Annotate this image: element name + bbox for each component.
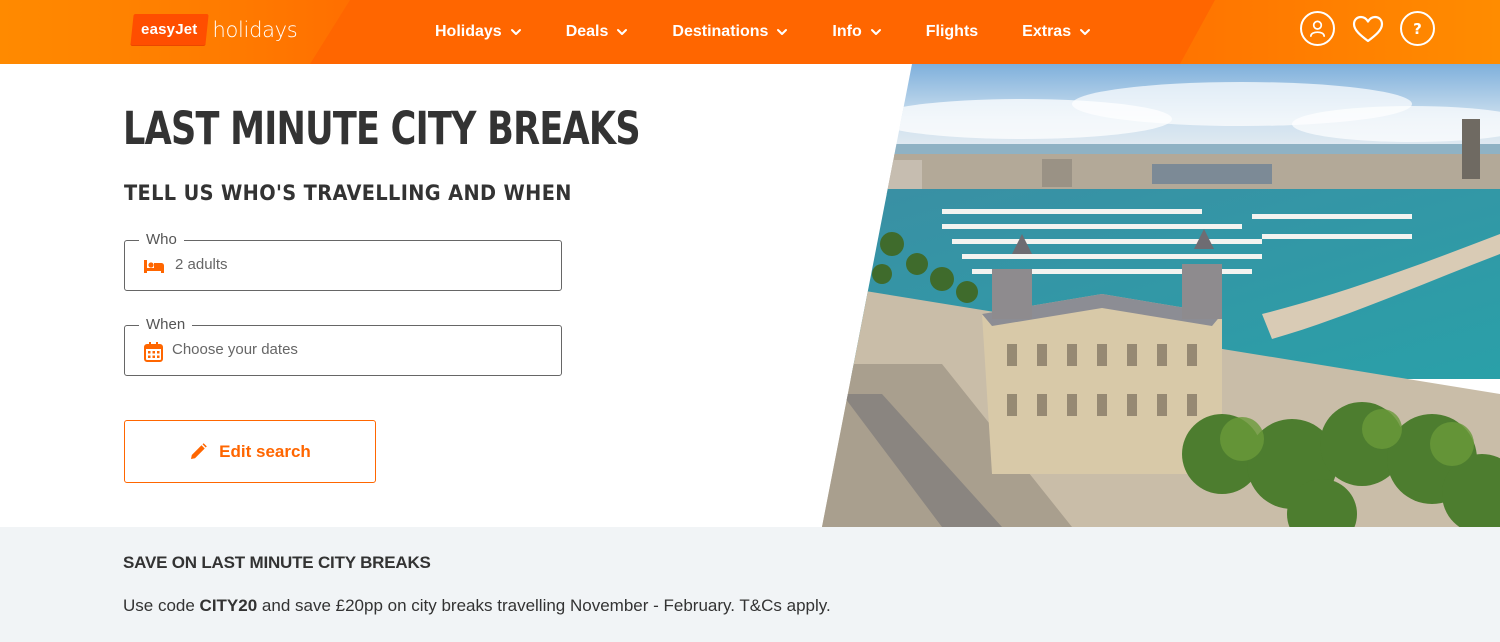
site-header: easyJet holidays Holidays Deals Destinat… [0, 0, 1500, 64]
logo-mark: easyJet [130, 14, 210, 46]
help-glyph: ? [1413, 19, 1422, 38]
calendar-icon [143, 341, 165, 362]
nav-item-deals[interactable]: Deals [566, 23, 629, 41]
nav-label: Destinations [672, 23, 769, 40]
nav-label: Flights [925, 23, 979, 40]
nav-label: Holidays [435, 23, 502, 40]
logo-text: holidays [212, 18, 298, 42]
edit-search-button[interactable]: Edit search [124, 420, 376, 483]
when-placeholder: Choose your dates [172, 341, 298, 358]
nav-label: Extras [1022, 23, 1072, 40]
easyjet-holidays-logo[interactable]: easyJet holidays [130, 14, 298, 46]
nav-label: Info [832, 23, 862, 40]
page-title: LAST MINUTE CITY BREAKS [123, 102, 641, 155]
bed-icon [143, 256, 165, 276]
pencil-icon [189, 442, 207, 461]
chevron-down-icon [776, 26, 788, 38]
page-subtitle: TELL US WHO'S TRAVELLING AND WHEN [124, 181, 572, 205]
promo-text-before: Use code [123, 596, 200, 615]
chevron-down-icon [510, 26, 522, 38]
promo-code: CITY20 [199, 596, 258, 615]
promo-text: Use code CITY20 and save £20pp on city b… [123, 596, 831, 616]
nav-item-info[interactable]: Info [832, 23, 881, 41]
header-actions: ? [1300, 11, 1435, 46]
when-field[interactable]: When Choose your dates [124, 316, 562, 376]
chevron-down-icon [870, 26, 882, 38]
hero-image [822, 64, 1500, 527]
nav-item-holidays[interactable]: Holidays [435, 23, 522, 41]
heart-icon[interactable] [1350, 11, 1386, 46]
nav-item-flights[interactable]: Flights [926, 23, 978, 41]
nav-item-destinations[interactable]: Destinations [672, 23, 788, 41]
promo-text-after: and save £20pp on city breaks travelling… [257, 596, 831, 615]
user-icon[interactable] [1300, 11, 1335, 46]
promo-title: SAVE ON LAST MINUTE CITY BREAKS [123, 553, 431, 572]
nav-item-extras[interactable]: Extras [1022, 23, 1091, 41]
main-nav: Holidays Deals Destinations Info Flights… [435, 0, 1091, 64]
hero-section: LAST MINUTE CITY BREAKS TELL US WHO'S TR… [0, 64, 1500, 527]
chevron-down-icon [616, 26, 628, 38]
help-icon[interactable]: ? [1400, 11, 1435, 46]
who-value: 2 adults [175, 256, 228, 273]
chevron-down-icon [1079, 26, 1091, 38]
edit-search-label: Edit search [219, 441, 311, 461]
when-legend: When [139, 316, 193, 334]
promo-banner: SAVE ON LAST MINUTE CITY BREAKS Use code… [0, 527, 1500, 642]
nav-label: Deals [565, 23, 609, 40]
who-field[interactable]: Who 2 adults [124, 231, 562, 291]
who-legend: Who [139, 231, 184, 249]
